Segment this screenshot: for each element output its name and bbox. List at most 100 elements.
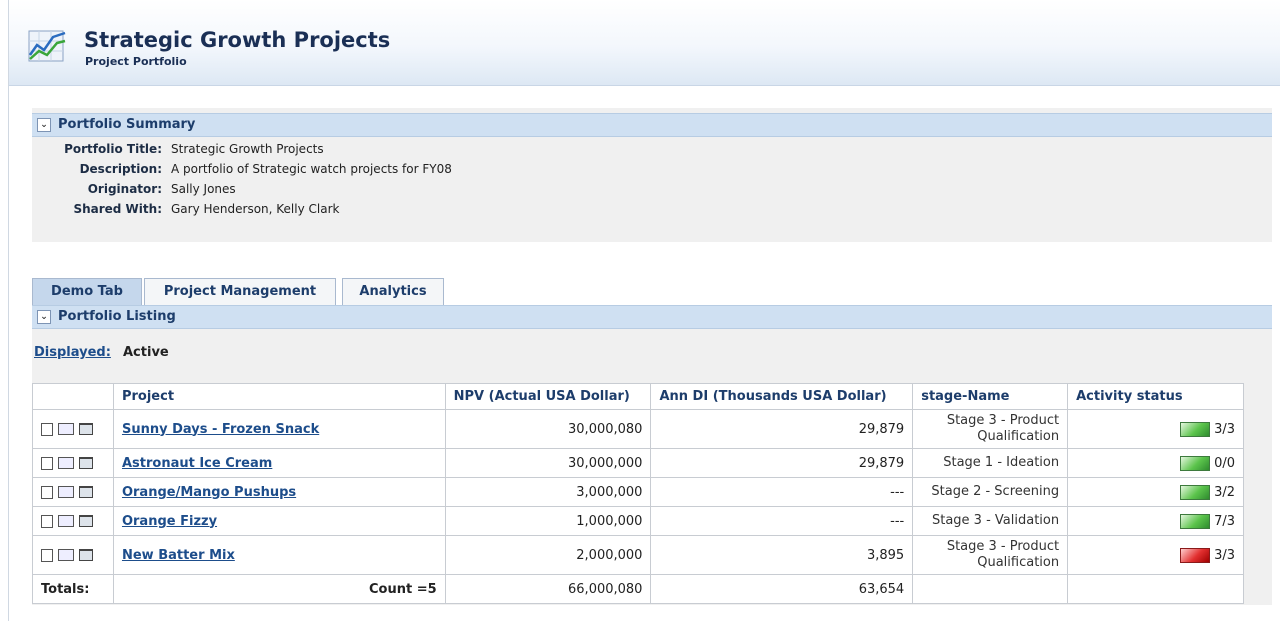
table-header-row: Project NPV (Actual USA Dollar) Ann DI (… bbox=[32, 383, 1244, 410]
column-header-stage[interactable]: stage-Name bbox=[912, 383, 1069, 410]
column-header-ann-di[interactable]: Ann DI (Thousands USA Dollar) bbox=[650, 383, 914, 410]
notes-icon[interactable] bbox=[79, 457, 93, 469]
email-icon[interactable] bbox=[58, 515, 74, 527]
portfolio-listing-header: ⌄ Portfolio Listing bbox=[32, 305, 1272, 329]
document-icon[interactable] bbox=[41, 514, 53, 528]
stage-cell: Stage 3 - Product Qualification bbox=[912, 409, 1069, 449]
npv-cell: 30,000,000 bbox=[444, 448, 652, 478]
field-label: Originator: bbox=[87, 182, 162, 196]
project-link[interactable]: Astronaut Ice Cream bbox=[122, 456, 272, 471]
displayed-filter-link[interactable]: Displayed: bbox=[34, 345, 111, 360]
summary-row: Portfolio Title: Strategic Growth Projec… bbox=[32, 142, 324, 160]
field-label: Description: bbox=[79, 162, 162, 176]
stage-cell: Stage 2 - Screening bbox=[912, 477, 1069, 507]
email-icon[interactable] bbox=[58, 423, 74, 435]
ann-di-cell: 3,895 bbox=[650, 535, 914, 575]
notes-icon[interactable] bbox=[79, 423, 93, 435]
npv-cell: 1,000,000 bbox=[444, 506, 652, 536]
totals-row: Totals: Count =5 66,000,080 63,654 bbox=[32, 574, 1244, 604]
status-flag-icon bbox=[1180, 547, 1211, 563]
page-subtitle: Project Portfolio bbox=[85, 55, 187, 68]
column-header-npv[interactable]: NPV (Actual USA Dollar) bbox=[444, 383, 652, 410]
totals-stage-empty bbox=[912, 574, 1069, 604]
status-text: 3/3 bbox=[1214, 421, 1235, 437]
document-icon[interactable] bbox=[41, 456, 53, 470]
npv-cell: 2,000,000 bbox=[444, 535, 652, 575]
stage-cell: Stage 3 - Validation bbox=[912, 506, 1069, 536]
field-value: A portfolio of Strategic watch projects … bbox=[171, 162, 452, 176]
activity-status-cell: 0/0 bbox=[1067, 448, 1244, 478]
ann-di-cell: 29,879 bbox=[650, 409, 914, 449]
totals-ann-di: 63,654 bbox=[650, 574, 914, 604]
column-header-activity-status[interactable]: Activity status bbox=[1067, 383, 1244, 410]
project-link[interactable]: New Batter Mix bbox=[122, 548, 235, 563]
row-actions bbox=[32, 535, 114, 575]
collapse-toggle-icon[interactable]: ⌄ bbox=[37, 118, 51, 132]
ann-di-cell: 29,879 bbox=[650, 448, 914, 478]
portfolio-summary-panel: ⌄ Portfolio Summary Portfolio Title: Str… bbox=[32, 108, 1272, 242]
email-icon[interactable] bbox=[58, 549, 74, 561]
table-row: New Batter Mix 2,000,000 3,895 Stage 3 -… bbox=[32, 535, 1244, 575]
npv-cell: 30,000,080 bbox=[444, 409, 652, 449]
tab-project-management[interactable]: Project Management bbox=[144, 278, 336, 305]
portfolio-table: Project NPV (Actual USA Dollar) Ann DI (… bbox=[32, 383, 1244, 604]
project-link[interactable]: Sunny Days - Frozen Snack bbox=[122, 422, 319, 437]
notes-icon[interactable] bbox=[79, 515, 93, 527]
field-label: Shared With: bbox=[73, 202, 162, 216]
project-link[interactable]: Orange Fizzy bbox=[122, 514, 217, 529]
totals-npv: 66,000,080 bbox=[444, 574, 652, 604]
activity-status-cell: 7/3 bbox=[1067, 506, 1244, 536]
tab-analytics[interactable]: Analytics bbox=[342, 278, 444, 305]
column-header-project[interactable]: Project bbox=[112, 383, 446, 410]
stage-line: Qualification bbox=[977, 429, 1060, 444]
ann-di-cell: --- bbox=[650, 506, 914, 536]
npv-cell: 3,000,000 bbox=[444, 477, 652, 507]
email-icon[interactable] bbox=[58, 457, 74, 469]
status-text: 3/3 bbox=[1214, 547, 1235, 563]
collapse-toggle-icon[interactable]: ⌄ bbox=[37, 310, 51, 324]
field-value: Strategic Growth Projects bbox=[171, 142, 324, 156]
stage-line: Stage 3 - Product bbox=[946, 413, 1060, 428]
portfolio-listing-panel: ⌄ Portfolio Listing Displayed: Active Pr… bbox=[32, 305, 1272, 605]
row-actions bbox=[32, 477, 114, 507]
project-link[interactable]: Orange/Mango Pushups bbox=[122, 485, 296, 500]
status-flag-icon bbox=[1180, 513, 1211, 529]
notes-icon[interactable] bbox=[79, 549, 93, 561]
portfolio-summary-header: ⌄ Portfolio Summary bbox=[32, 113, 1272, 137]
document-icon[interactable] bbox=[41, 422, 53, 436]
totals-status-empty bbox=[1067, 574, 1244, 604]
section-title: Portfolio Listing bbox=[58, 309, 176, 324]
activity-status-cell: 3/2 bbox=[1067, 477, 1244, 507]
table-row: Orange/Mango Pushups 3,000,000 --- Stage… bbox=[32, 477, 1244, 507]
table-row: Orange Fizzy 1,000,000 --- Stage 3 - Val… bbox=[32, 506, 1244, 536]
activity-status-cell: 3/3 bbox=[1067, 409, 1244, 449]
email-icon[interactable] bbox=[58, 486, 74, 498]
table-row: Astronaut Ice Cream 30,000,000 29,879 St… bbox=[32, 448, 1244, 478]
displayed-filter-value: Active bbox=[123, 345, 169, 360]
document-icon[interactable] bbox=[41, 548, 53, 562]
summary-row: Shared With: Gary Henderson, Kelly Clark bbox=[32, 202, 339, 220]
stage-line: Stage 3 - Product bbox=[946, 539, 1060, 554]
chart-trend-icon bbox=[28, 30, 66, 62]
stage-line: Qualification bbox=[977, 555, 1060, 570]
stage-cell: Stage 3 - Product Qualification bbox=[912, 535, 1069, 575]
field-value: Gary Henderson, Kelly Clark bbox=[171, 202, 340, 216]
tab-demo[interactable]: Demo Tab bbox=[32, 278, 142, 305]
document-icon[interactable] bbox=[41, 485, 53, 499]
status-flag-icon bbox=[1180, 421, 1211, 437]
row-actions bbox=[32, 448, 114, 478]
field-label: Portfolio Title: bbox=[64, 142, 162, 156]
status-text: 3/2 bbox=[1214, 484, 1235, 500]
stage-line: Stage 1 - Ideation bbox=[943, 455, 1060, 470]
stage-line: Stage 2 - Screening bbox=[931, 484, 1060, 499]
activity-status-cell: 3/3 bbox=[1067, 535, 1244, 575]
page-title: Strategic Growth Projects bbox=[84, 28, 391, 52]
totals-label: Totals: bbox=[32, 574, 114, 604]
notes-icon[interactable] bbox=[79, 486, 93, 498]
field-value: Sally Jones bbox=[171, 182, 236, 196]
section-title: Portfolio Summary bbox=[58, 117, 196, 132]
status-flag-icon bbox=[1180, 484, 1211, 500]
stage-line: Stage 3 - Validation bbox=[931, 513, 1060, 528]
row-actions bbox=[32, 409, 114, 449]
table-row: Sunny Days - Frozen Snack 30,000,080 29,… bbox=[32, 409, 1244, 449]
